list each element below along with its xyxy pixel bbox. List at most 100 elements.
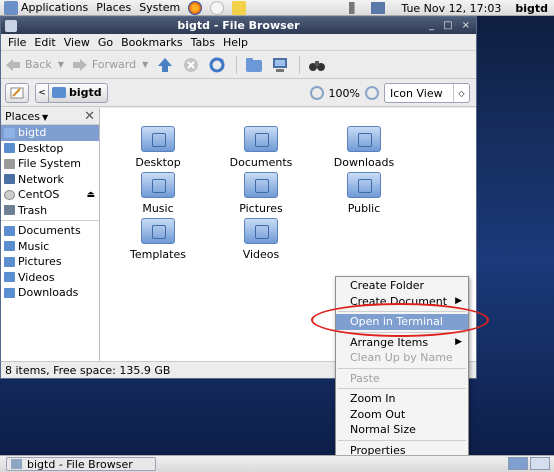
menu-edit[interactable]: Edit	[30, 36, 59, 49]
sidebar-type-chevron-icon: ▼	[41, 112, 49, 122]
menu-item-create-folder[interactable]: Create Folder	[336, 278, 468, 294]
back-history-chevron-icon[interactable]: ▼	[58, 60, 64, 69]
sidebar-item-videos[interactable]: Videos	[1, 270, 99, 286]
sidebar-item-label: CentOS	[18, 188, 60, 202]
folder-icon	[4, 143, 15, 154]
menu-item-paste: Paste	[336, 371, 468, 387]
file-item-label: Music	[142, 202, 174, 215]
notes-launcher-icon[interactable]	[232, 0, 247, 15]
menu-item-label: Arrange Items	[350, 335, 429, 349]
sidebar-item-downloads[interactable]: Downloads	[1, 285, 99, 301]
sidebar-item-desktop[interactable]: Desktop	[1, 141, 99, 157]
stop-icon[interactable]	[182, 56, 200, 74]
submenu-arrow-icon: ▶	[455, 296, 462, 307]
home-icon	[52, 87, 66, 98]
home-folder-icon[interactable]	[245, 56, 263, 74]
forward-history-chevron-icon[interactable]: ▼	[142, 60, 148, 69]
window-title: bigtd - File Browser	[177, 19, 300, 32]
menu-file[interactable]: File	[4, 36, 30, 49]
sidebar-item-bigtd[interactable]: bigtd	[1, 125, 99, 141]
menu-go[interactable]: Go	[94, 36, 117, 49]
sidebar-item-label: Network	[18, 172, 64, 186]
forward-button[interactable]: Forward ▼	[72, 58, 148, 72]
sidebar-item-label: Documents	[18, 224, 81, 238]
applications-menu[interactable]: Applications	[0, 0, 92, 16]
user-menu[interactable]: bigtd	[509, 2, 554, 15]
path-scroll-left-button[interactable]: <	[35, 82, 49, 103]
submenu-arrow-icon: ▶	[455, 337, 462, 348]
volume-icon[interactable]	[349, 2, 364, 14]
sidebar-header[interactable]: Places ▼ ✕	[1, 108, 99, 125]
file-item-public[interactable]: Public	[316, 172, 412, 215]
taskbar-window-button[interactable]: bigtd - File Browser	[6, 457, 156, 471]
workspace-2[interactable]	[530, 457, 550, 470]
search-binoculars-icon[interactable]	[308, 56, 326, 74]
network-status-icon[interactable]	[371, 2, 386, 14]
videos-folder-icon	[244, 218, 278, 244]
sidebar-item-trash[interactable]: Trash	[1, 203, 99, 219]
pictures-folder-icon	[244, 172, 278, 198]
clock[interactable]: Tue Nov 12, 17:03	[389, 2, 509, 15]
reload-icon[interactable]	[208, 56, 226, 74]
sidebar-item-documents[interactable]: Documents	[1, 223, 99, 239]
eject-icon[interactable]: ⏏	[86, 190, 95, 200]
sidebar-item-centos[interactable]: CentOS ⏏	[1, 187, 99, 203]
file-item-music[interactable]: Music	[110, 172, 206, 215]
zoom-controls: 100% Icon View ◇	[305, 83, 470, 103]
mail-launcher-icon[interactable]	[210, 0, 225, 15]
file-item-templates[interactable]: Templates	[110, 218, 206, 261]
toolbar-separator	[299, 55, 301, 74]
file-item-documents[interactable]: Documents	[213, 126, 309, 169]
view-mode-select[interactable]: Icon View ◇	[384, 83, 470, 103]
zoom-out-icon[interactable]	[309, 86, 324, 100]
menu-help[interactable]: Help	[219, 36, 252, 49]
file-browser-task-icon	[11, 459, 22, 469]
system-menu[interactable]: System	[135, 0, 184, 16]
file-item-videos[interactable]: Videos	[213, 218, 309, 261]
menu-item-label: Normal Size	[350, 423, 416, 437]
up-arrow-icon[interactable]	[156, 56, 174, 74]
menubar: File Edit View Go Bookmarks Tabs Help	[1, 34, 476, 51]
breadcrumb-label: bigtd	[69, 86, 102, 99]
places-label: Places	[96, 1, 132, 14]
folder-icon	[4, 287, 15, 298]
workspace-1[interactable]	[508, 457, 528, 470]
sidebar-item-label: Pictures	[18, 255, 62, 269]
breadcrumb-bigtd[interactable]: bigtd	[49, 82, 108, 103]
menu-tabs[interactable]: Tabs	[187, 36, 219, 49]
computer-icon[interactable]	[271, 56, 289, 74]
menu-item-clean-up-by-name: Clean Up by Name	[336, 350, 468, 366]
sidebar-item-pictures[interactable]: Pictures	[1, 254, 99, 270]
sidebar: Places ▼ ✕ bigtd Desktop File System Network…	[1, 108, 100, 361]
disc-icon	[4, 189, 15, 200]
firefox-launcher-icon[interactable]	[188, 0, 203, 15]
places-menu[interactable]: Places	[92, 0, 135, 16]
back-button[interactable]: Back ▼	[5, 58, 64, 72]
applications-label: Applications	[21, 1, 89, 14]
menu-item-normal-size[interactable]: Normal Size	[336, 422, 468, 438]
menu-item-zoom-in[interactable]: Zoom In	[336, 391, 468, 407]
sidebar-close-icon[interactable]: ✕	[84, 109, 95, 124]
file-item-downloads[interactable]: Downloads	[316, 126, 412, 169]
sidebar-item-network[interactable]: Network	[1, 172, 99, 188]
status-text: 8 items, Free space: 135.9 GB	[5, 364, 171, 377]
menu-bookmarks[interactable]: Bookmarks	[117, 36, 186, 49]
file-item-desktop[interactable]: Desktop	[110, 126, 206, 169]
minimize-button[interactable]: _	[429, 20, 434, 31]
folder-icon	[4, 256, 15, 267]
menu-item-zoom-out[interactable]: Zoom Out	[336, 407, 468, 423]
sidebar-item-label: Desktop	[18, 141, 64, 155]
close-button[interactable]: ×	[462, 20, 470, 31]
downloads-folder-icon	[347, 126, 381, 152]
sidebar-item-label: bigtd	[18, 126, 47, 140]
titlebar[interactable]: bigtd - File Browser _ □ ×	[1, 17, 476, 34]
file-item-pictures[interactable]: Pictures	[213, 172, 309, 215]
maximize-button[interactable]: □	[443, 20, 452, 31]
file-item-label: Documents	[229, 156, 293, 169]
highlight-annotation-ring	[311, 303, 489, 337]
sidebar-item-music[interactable]: Music	[1, 239, 99, 255]
menu-view[interactable]: View	[60, 36, 94, 49]
sidebar-item-file-system[interactable]: File System	[1, 156, 99, 172]
zoom-in-icon[interactable]	[365, 86, 379, 100]
toggle-location-button[interactable]	[5, 82, 29, 103]
